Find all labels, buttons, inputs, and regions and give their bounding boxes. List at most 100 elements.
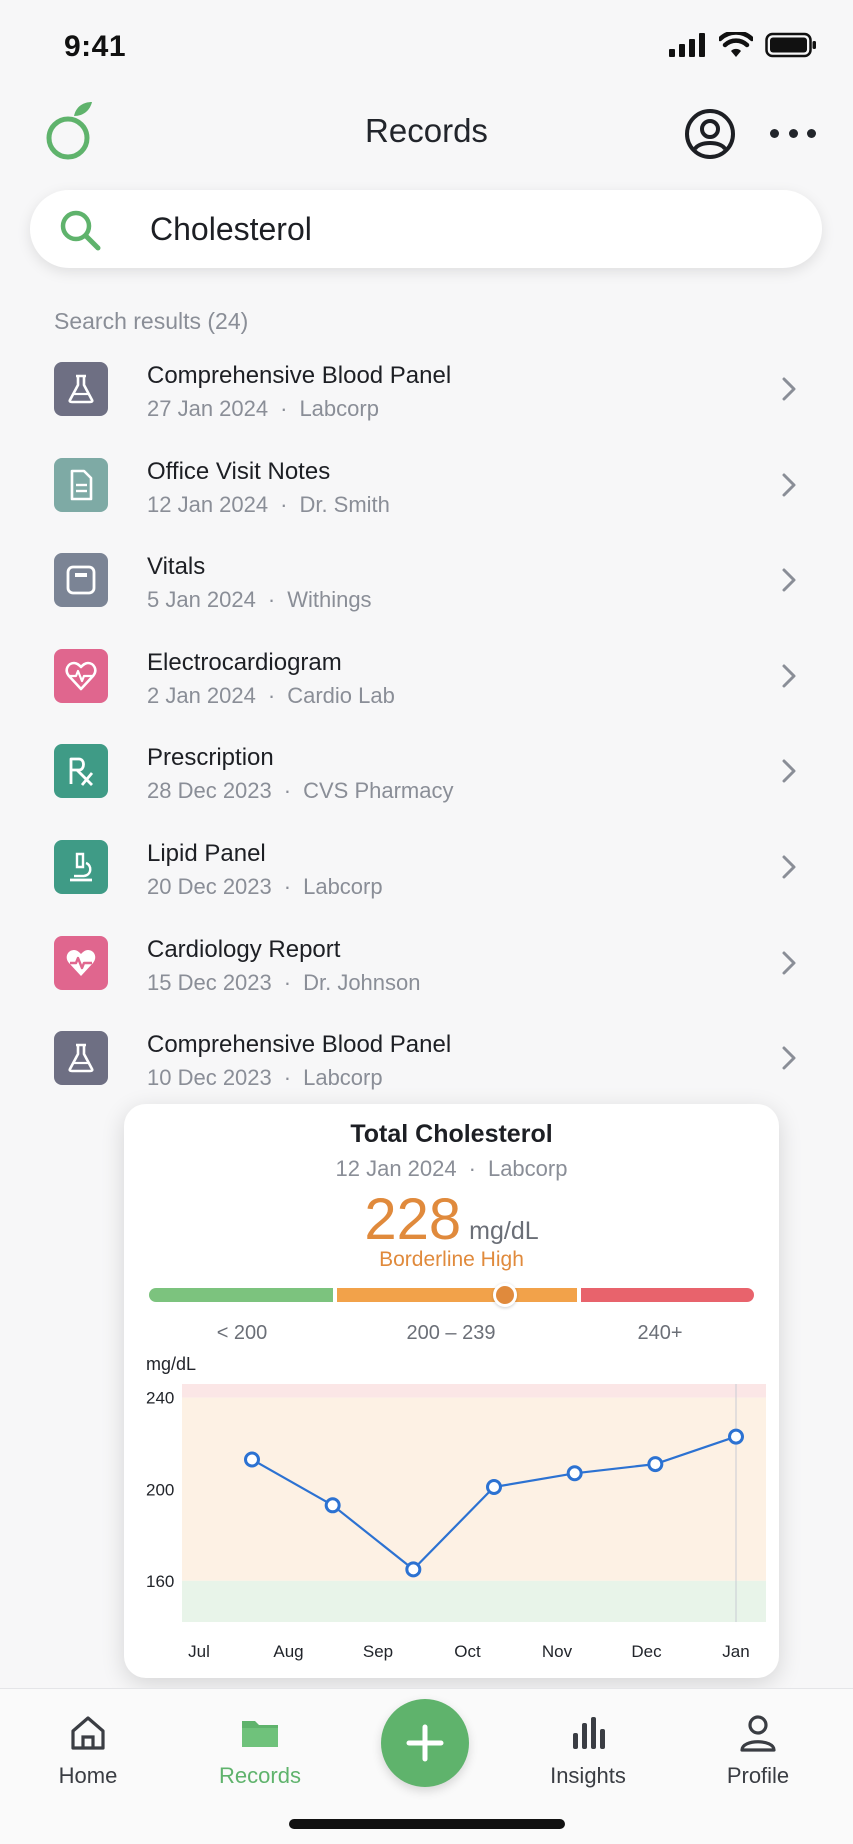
tab-home[interactable]: Home [18,1713,158,1789]
item-title: Comprehensive Blood Panel [147,362,452,389]
range-segment-high [581,1288,754,1302]
item-source: Labcorp [303,873,383,899]
item-title: Prescription [147,744,274,772]
list-item[interactable]: Office Visit Notes 12 Jan 2024 · Dr. Smith [0,444,853,540]
item-subtitle: 20 Dec 2023 · Labcorp [147,873,383,899]
item-source: Dr. Johnson [303,969,421,995]
item-title: Electrocardiogram [147,648,342,676]
range-label-borderline: 200 – 239 [406,1322,496,1344]
more-options-icon[interactable] [770,120,816,146]
heart-pulse-icon [54,648,108,703]
data-point [728,1428,744,1445]
item-source: Withings [287,587,372,613]
list-item[interactable]: Comprehensive Blood Panel 10 Dec 2023 · La… [0,1017,853,1113]
tab-profile[interactable]: Profile [688,1713,828,1789]
tab-records[interactable]: Records [190,1713,330,1789]
card-value: 228 [364,1187,462,1252]
chart-band [182,1384,766,1398]
add-button[interactable] [381,1699,469,1787]
list-item[interactable]: Comprehensive Blood Panel 27 Jan 2024 · La… [0,348,853,444]
tab-label: Records [219,1763,301,1788]
status-icons [669,32,817,58]
tab-insights[interactable]: Insights [518,1713,658,1789]
item-source: Cardio Lab [287,682,395,708]
item-source: Labcorp [299,396,379,421]
data-point [647,1456,664,1473]
item-title: Cardiology Report [147,935,341,963]
item-subtitle: 12 Jan 2024 · Dr. Smith [147,491,390,517]
item-subtitle: 28 Dec 2023 · CVS Pharmacy [147,778,454,804]
home-indicator [289,1819,565,1829]
item-subtitle: 15 Dec 2023 · Dr. Johnson [147,969,421,995]
list-item[interactable]: Vitals 5 Jan 2024 · Withings [0,539,853,635]
header: Records [0,90,853,180]
data-point [244,1451,260,1468]
card-title: Total Cholesterol [350,1120,553,1148]
item-date: 5 Jan 2024 [147,587,256,613]
bar-chart-icon [573,1717,605,1749]
list-item[interactable]: Prescription 28 Dec 2023 · CVS Pharmacy [0,730,853,826]
y-tick-label: 240 [146,1389,174,1408]
x-tick-label: Jul [188,1642,210,1661]
item-subtitle: 2 Jan 2024 · Cardio Lab [147,682,395,708]
list-item[interactable]: Cardiology Report 15 Dec 2023 · Dr. Johnso… [0,922,853,1018]
search-input[interactable] [150,190,790,268]
range-label-normal: < 200 [216,1322,268,1344]
search-icon [60,210,101,251]
chevron-right-icon [782,664,796,688]
results-list: Comprehensive Blood Panel 27 Jan 2024 · La… [0,348,853,1113]
item-subtitle: 5 Jan 2024 · Withings [147,587,372,613]
cholesterol-preview-card[interactable]: Total Cholesterol 12 Jan 2024 · Labcorp 22… [124,1104,779,1678]
status-time: 9:41 [64,30,127,63]
item-subtitle: 10 Dec 2023 · Labcorp [147,1065,383,1091]
chevron-right-icon [782,759,796,783]
flask-icon [54,1031,108,1086]
item-date: 12 Jan 2024 [147,491,269,517]
x-tick-label: Oct [454,1642,481,1661]
list-item[interactable]: Electrocardiogram 2 Jan 2024 · Cardio Lab [0,635,853,731]
list-item[interactable]: Lipid Panel 20 Dec 2023 · Labcorp [0,826,853,922]
item-date: 2 Jan 2024 [147,682,256,708]
card-value-row: 228 mg/dL [124,1186,779,1253]
item-source: CVS Pharmacy [303,778,454,804]
item-subtitle: 27 Jan 2024 · Labcorp [147,396,379,421]
card-date: 12 Jan 2024 [335,1156,457,1181]
item-source: Dr. Smith [299,491,390,517]
card-subtitle: 12 Jan 2024 · Labcorp [335,1156,568,1181]
chevron-right-icon [782,473,796,497]
card-status: Borderline High [379,1248,524,1271]
chart-y-unit: mg/dL [146,1354,197,1374]
card-unit: mg/dL [469,1217,539,1245]
home-icon [71,1716,105,1750]
data-point [566,1465,583,1482]
item-title: Comprehensive Blood Panel [147,1031,452,1059]
range-segment-normal [149,1288,333,1302]
status-bar: 9:41 [0,0,853,90]
x-tick-label: Nov [542,1642,573,1661]
wifi-icon [719,32,753,57]
results-count-label: Search results (24) [54,308,249,334]
x-tick-label: Jan [722,1642,749,1661]
chevron-right-icon [782,568,796,592]
microscope-icon [54,839,108,894]
range-marker [493,1283,517,1307]
search-bar[interactable] [30,190,822,268]
signal-icon [669,33,705,57]
flask-icon [54,362,108,416]
chevron-right-icon [782,1046,796,1070]
heart-pulse-icon [54,935,108,990]
range-label-high: 240+ [637,1322,683,1344]
folder-icon [242,1721,278,1747]
item-title: Lipid Panel [147,839,266,867]
battery-icon [765,32,816,58]
chevron-right-icon [782,951,796,975]
chevron-right-icon [782,377,796,401]
person-icon [740,1715,776,1752]
document-icon [54,457,108,512]
range-segment-borderline [337,1288,577,1302]
data-point [405,1561,422,1578]
item-title: Office Visit Notes [147,457,331,485]
tab-bar: Home Records Insights Profile [0,1688,853,1844]
account-icon[interactable] [684,108,736,160]
x-tick-label: Sep [363,1642,393,1661]
